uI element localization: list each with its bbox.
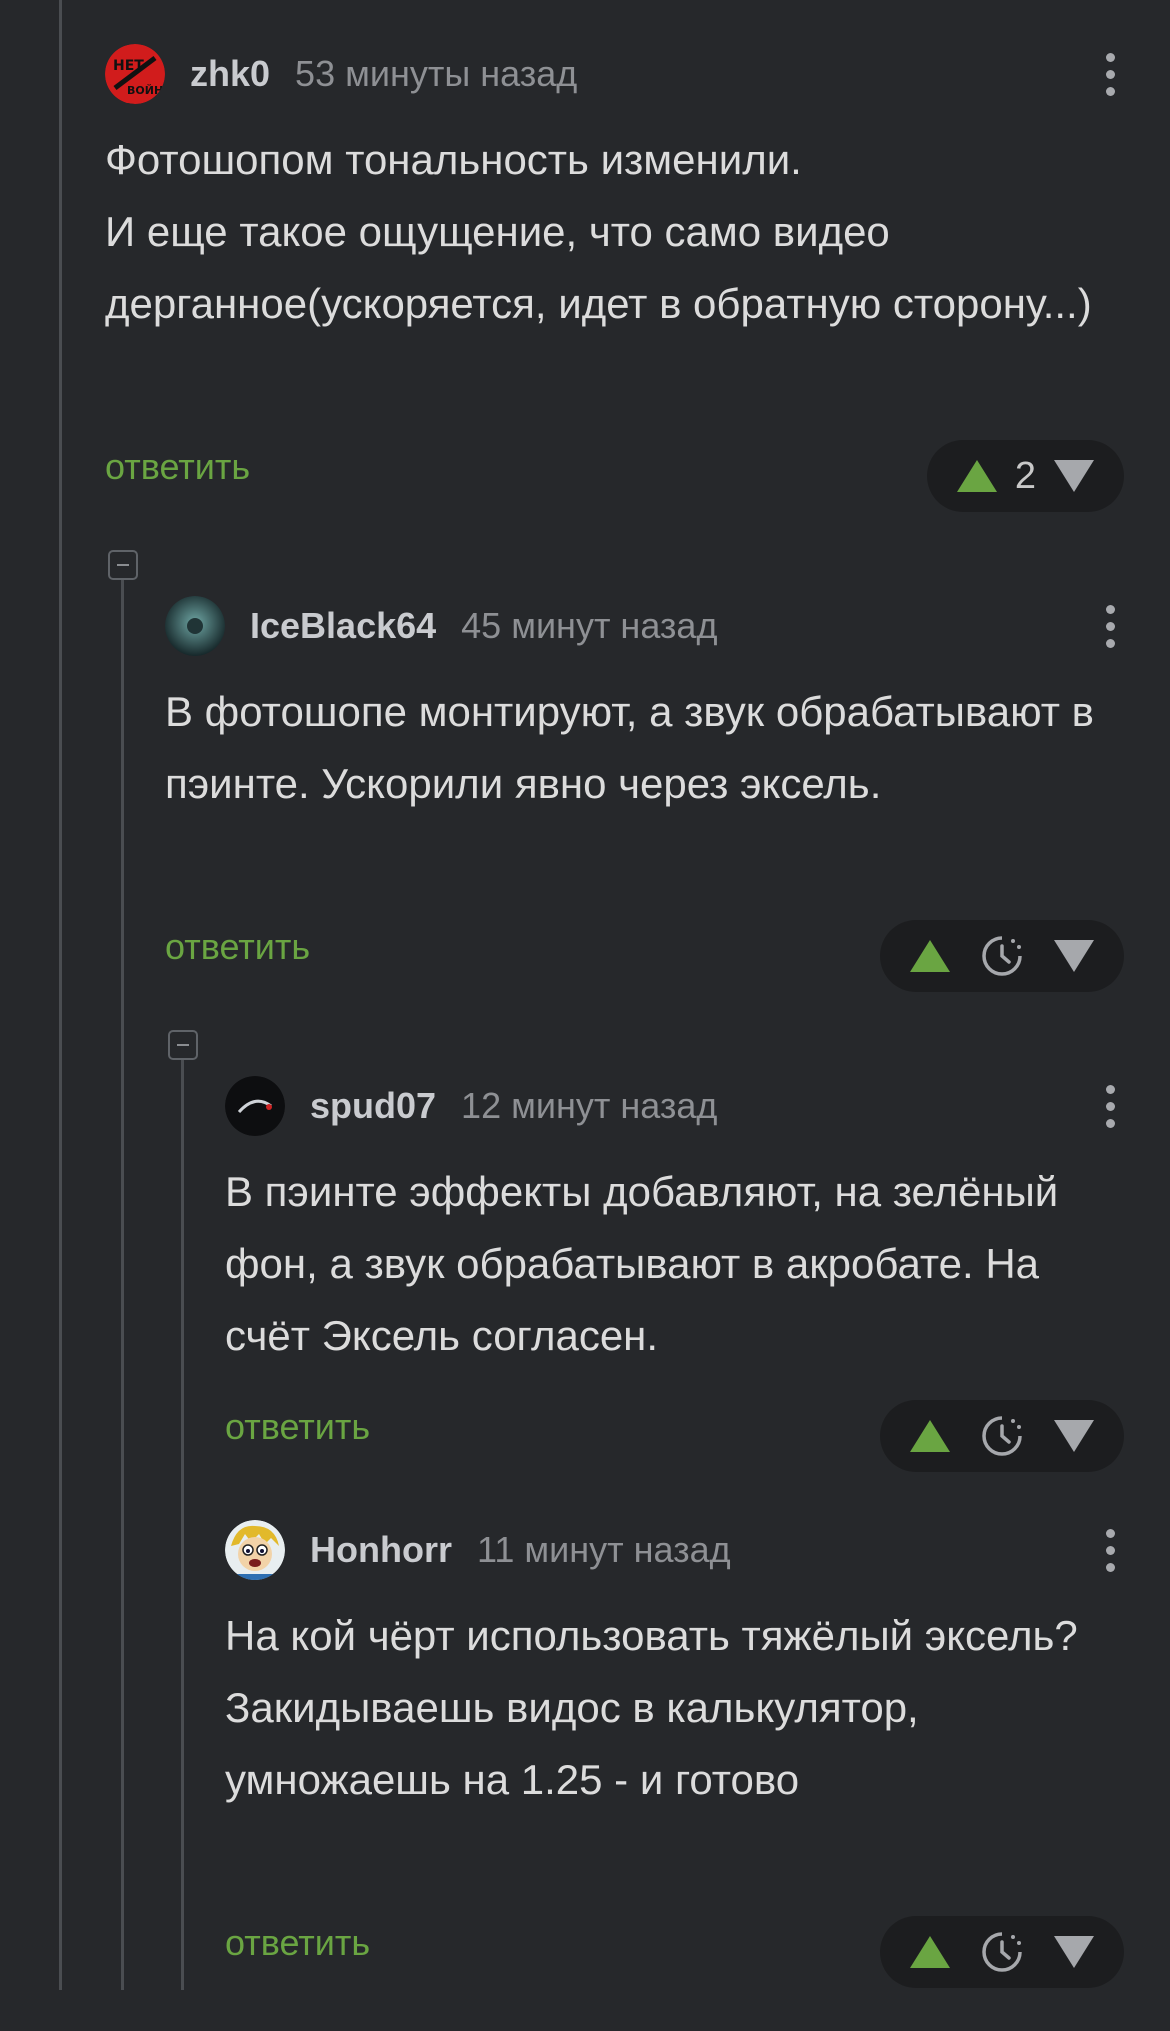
more-options-icon[interactable]: [1095, 44, 1125, 104]
upvote-icon[interactable]: [908, 938, 952, 974]
username[interactable]: spud07: [310, 1085, 436, 1127]
svg-text:ВОЙНЕ: ВОЙНЕ: [127, 84, 165, 97]
reply-button[interactable]: ответить: [105, 446, 250, 488]
collapse-thread-button[interactable]: [108, 550, 138, 580]
username[interactable]: zhk0: [190, 53, 270, 95]
comment-text: В пэинте эффекты добавляют, на зелёный ф…: [225, 1168, 1059, 1359]
reply-button[interactable]: ответить: [165, 926, 310, 968]
pending-rating-clock-icon: [982, 1416, 1022, 1456]
comment: Honhorr 11 минут назад На кой чёрт испол…: [225, 1520, 1125, 1816]
more-options-icon[interactable]: [1095, 1520, 1125, 1580]
vote-panel: [880, 1400, 1124, 1472]
thread-line-level0: [59, 0, 62, 1990]
thread-line-level1: [121, 580, 124, 1990]
comment: IceBlack64 45 минут назад В фотошопе мон…: [165, 596, 1125, 820]
downvote-icon[interactable]: [1052, 938, 1096, 974]
timestamp: 45 минут назад: [461, 605, 718, 646]
username[interactable]: Honhorr: [310, 1529, 452, 1571]
vote-panel: 2: [926, 440, 1124, 512]
comment-text: В фотошопе монтируют, а звук обрабатываю…: [165, 688, 1094, 807]
downvote-icon[interactable]: [1052, 1418, 1096, 1454]
comment: spud07 12 минут назад В пэинте эффекты д…: [225, 1076, 1125, 1372]
downvote-icon[interactable]: [1052, 458, 1096, 494]
cartoon-boy-avatar[interactable]: [225, 1520, 285, 1580]
svg-text:НЕТ: НЕТ: [113, 58, 144, 74]
thread-line-level2: [181, 1060, 184, 1990]
upvote-icon[interactable]: [955, 458, 999, 494]
dark-avatar[interactable]: [225, 1076, 285, 1136]
vote-panel: [880, 920, 1124, 992]
username[interactable]: IceBlack64: [250, 605, 436, 647]
upvote-icon[interactable]: [908, 1418, 952, 1454]
timestamp: 11 минут назад: [476, 1529, 731, 1570]
timestamp: 12 минут назад: [461, 1085, 718, 1126]
vote-panel: [880, 1916, 1124, 1988]
pending-rating-clock-icon: [982, 1932, 1022, 1972]
downvote-icon[interactable]: [1052, 1934, 1096, 1970]
comment-text: На кой чёрт использовать тяжёлый эксель?…: [225, 1612, 1078, 1803]
upvote-icon[interactable]: [908, 1934, 952, 1970]
pending-rating-clock-icon: [982, 936, 1022, 976]
rating-count: 2: [1014, 454, 1036, 497]
reply-button[interactable]: ответить: [225, 1406, 370, 1448]
red-logo-avatar[interactable]: НЕТ ВОЙНЕ: [105, 44, 165, 104]
reply-button[interactable]: ответить: [225, 1922, 370, 1964]
more-options-icon[interactable]: [1095, 1076, 1125, 1136]
more-options-icon[interactable]: [1095, 596, 1125, 656]
collapse-thread-button[interactable]: [168, 1030, 198, 1060]
timestamp: 53 минуты назад: [295, 53, 578, 94]
dark-teal-avatar[interactable]: [165, 596, 225, 656]
comment: НЕТ ВОЙНЕ zhk0 53 минуты назад Фотошопом…: [105, 44, 1125, 340]
comment-text: Фотошопом тональность изменили. И еще та…: [105, 136, 1092, 327]
